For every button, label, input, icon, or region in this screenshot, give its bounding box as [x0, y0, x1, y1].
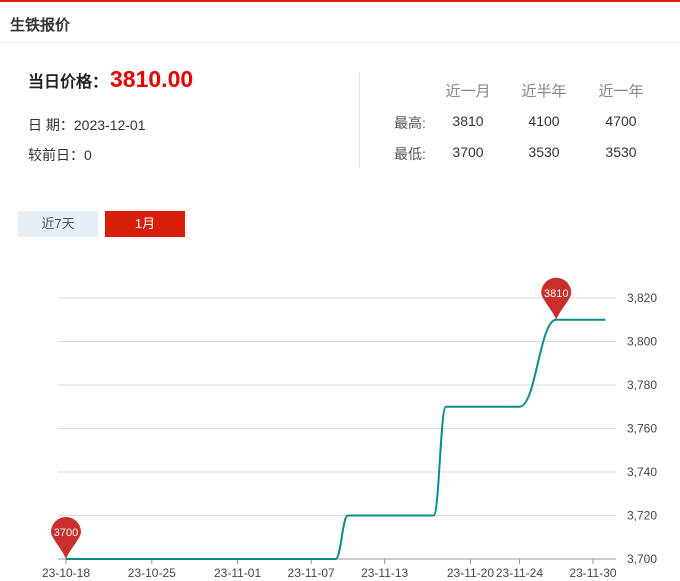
x-tick-label: 23-10-25 [128, 566, 176, 580]
y-tick-label: 3,820 [627, 291, 657, 305]
x-tick-label: 23-11-07 [288, 566, 335, 580]
x-tick-label: 23-11-30 [569, 566, 616, 580]
y-tick-label: 3,700 [627, 552, 657, 566]
x-tick-label: 23-11-24 [496, 566, 543, 580]
marker-label: 3810 [544, 288, 568, 300]
y-tick-label: 3,780 [627, 378, 657, 392]
y-tick-label: 3,800 [627, 335, 657, 349]
y-tick-label: 3,760 [627, 422, 657, 436]
y-tick-label: 3,720 [627, 509, 657, 523]
series-line [65, 318, 606, 561]
x-tick-label: 23-11-01 [214, 566, 261, 580]
x-tick-label: 23-11-20 [447, 566, 494, 580]
price-line-chart: 3,700 3,720 3,740 3,760 3,780 3,800 3,820 23-10… [42, 277, 657, 580]
marker-label: 3700 [54, 527, 78, 539]
x-tick-label: 23-11-13 [361, 566, 408, 580]
x-tick-label: 23-10-18 [42, 566, 90, 580]
y-tick-label: 3,740 [627, 465, 657, 479]
